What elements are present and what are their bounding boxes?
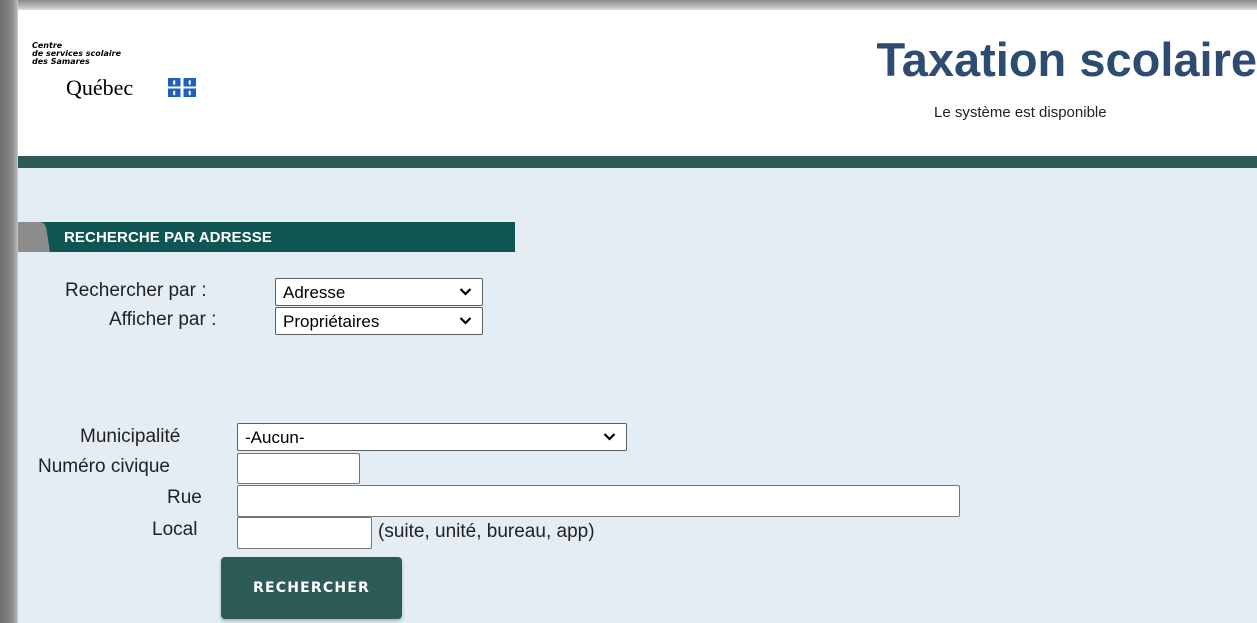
section-title: RECHERCHE PAR ADRESSE (64, 229, 272, 246)
civic-number-label: Numéro civique (38, 456, 170, 477)
header: Centre de services scolaire des Samares … (18, 10, 1257, 156)
search-by-label: Rechercher par : (65, 280, 207, 301)
display-by-label: Afficher par : (109, 309, 217, 330)
site-title: Taxation scolaire (876, 33, 1257, 86)
local-label: Local (152, 519, 198, 540)
municipality-select[interactable]: -Aucun- (237, 423, 627, 451)
municipality-label: Municipalité (80, 426, 181, 447)
page: Centre de services scolaire des Samares … (18, 10, 1257, 623)
system-status: Le système est disponible (934, 104, 1107, 121)
banner-tab-decoration (18, 222, 50, 252)
search-button[interactable]: RECHERCHER (221, 557, 402, 619)
logo-quebec-wordmark: Québec (66, 75, 134, 100)
search-by-select[interactable]: Adresse (275, 278, 483, 306)
local-hint: (suite, unité, bureau, app) (378, 521, 595, 542)
street-field[interactable] (237, 485, 960, 517)
display-by-value: Propriétaires (283, 312, 380, 331)
chevron-down-icon (459, 288, 472, 296)
chevron-down-icon (459, 317, 472, 325)
organization-logo[interactable]: Centre de services scolaire des Samares … (32, 42, 212, 102)
window-top-edge (0, 0, 1257, 10)
header-divider-bar (18, 156, 1257, 168)
street-label: Rue (167, 487, 202, 508)
section-banner: RECHERCHE PAR ADRESSE (18, 222, 515, 252)
quebec-flag-icon (168, 78, 196, 97)
search-by-value: Adresse (283, 283, 346, 302)
browser-frame: Centre de services scolaire des Samares … (0, 0, 1257, 623)
local-field[interactable] (237, 517, 372, 549)
display-by-select[interactable]: Propriétaires (275, 307, 483, 335)
municipality-value: -Aucun- (245, 428, 305, 447)
window-left-edge (0, 0, 18, 623)
logo-organization-name: Centre de services scolaire des Samares (32, 41, 121, 66)
civic-number-field[interactable] (237, 453, 360, 484)
chevron-down-icon (603, 433, 616, 441)
